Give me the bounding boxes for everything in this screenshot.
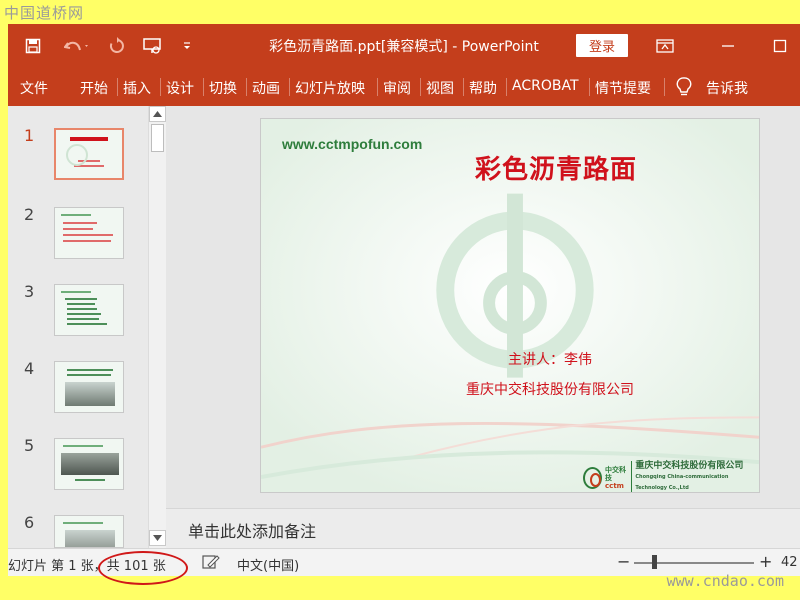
tab-help[interactable]: 帮助 (469, 78, 497, 98)
tab-acrobat[interactable]: ACROBAT (512, 78, 579, 94)
company-logo-icon (583, 466, 603, 489)
powerpoint-window: 彩色沥青路面.ppt[兼容模式] - PowerPoint 登录 文件 开始 插… (8, 24, 800, 576)
thumbnail-number: 6 (24, 513, 35, 532)
logo-text-block: 中交科技 cctm (605, 466, 628, 490)
thumbnails-scrollbar[interactable] (148, 106, 166, 548)
maximize-icon[interactable] (768, 32, 792, 60)
zoom-in-button[interactable]: + (759, 552, 772, 571)
slide-thumbnail-6[interactable] (54, 515, 124, 548)
slide-footer-logo: 中交科技 cctm 重庆中交科技股份有限公司 Chongqing China-c… (583, 461, 759, 492)
notes-placeholder: 单击此处添加备注 (188, 522, 317, 541)
title-bar: 彩色沥青路面.ppt[兼容模式] - PowerPoint 登录 (8, 24, 800, 68)
tab-file[interactable]: 文件 (20, 78, 48, 98)
slide-thumbnail-1[interactable] (54, 128, 124, 180)
lightbulb-icon[interactable] (676, 77, 692, 101)
scrollbar-thumb[interactable] (151, 124, 164, 152)
tab-separator (377, 78, 378, 96)
slide-title: 彩色沥青路面 (474, 155, 637, 185)
proofing-icon[interactable] (202, 554, 220, 574)
minimize-icon[interactable] (716, 32, 740, 60)
footer-company-en: Chongqing China-communication Technology… (635, 474, 729, 491)
tab-design[interactable]: 设计 (166, 78, 194, 98)
thumbnail-number: 3 (24, 282, 35, 301)
footer-company-cn: 重庆中交科技股份有限公司 (635, 461, 744, 471)
tab-separator (420, 78, 421, 96)
slide-company: 重庆中交科技股份有限公司 (466, 382, 634, 398)
thumbnail-number: 1 (24, 126, 35, 145)
zoom-level[interactable]: 42 (781, 555, 798, 570)
login-button[interactable]: 登录 (576, 34, 628, 57)
scroll-up-icon[interactable] (149, 106, 166, 122)
zoom-slider-knob[interactable] (652, 555, 657, 569)
annotation-circle (98, 551, 188, 585)
notes-pane[interactable]: 单击此处添加备注 (166, 508, 800, 548)
slide-thumbnail-2[interactable] (54, 207, 124, 259)
watermark-bottom: www.cndao.com (666, 572, 784, 590)
tab-separator (246, 78, 247, 96)
current-slide[interactable]: www.cctmpofun.com 彩色沥青路面 主讲人：李伟 重庆中交科技股份… (260, 118, 760, 493)
watermark-top: 中国道桥网 (4, 4, 85, 22)
tab-separator (463, 78, 464, 96)
slide-editor: www.cctmpofun.com 彩色沥青路面 主讲人：李伟 重庆中交科技股份… (166, 106, 800, 508)
tab-view[interactable]: 视图 (426, 78, 454, 98)
scroll-down-icon[interactable] (149, 530, 166, 546)
logo-text-top: 中交科技 (605, 465, 627, 482)
tab-separator (160, 78, 161, 96)
ribbon-tabs: 文件 开始 插入 设计 切换 动画 幻灯片放映 审阅 视图 帮助 ACROBAT… (8, 68, 800, 106)
thumbnail-number: 2 (24, 205, 35, 224)
tab-transitions[interactable]: 切换 (209, 78, 237, 98)
tab-separator (506, 78, 507, 96)
language-indicator[interactable]: 中文(中国) (237, 555, 299, 574)
tab-insert[interactable]: 插入 (123, 78, 151, 98)
tab-separator (117, 78, 118, 96)
tab-home[interactable]: 开始 (80, 78, 108, 98)
tab-animations[interactable]: 动画 (252, 78, 280, 98)
tab-storyboard[interactable]: 情节提要 (595, 78, 651, 98)
slide-thumbnails-pane: 1 2 3 4 5 6 (8, 106, 148, 548)
ribbon-display-options-icon[interactable] (653, 32, 677, 60)
tab-review[interactable]: 审阅 (383, 78, 411, 98)
tab-separator (289, 78, 290, 96)
tab-separator (589, 78, 590, 96)
slide-thumbnail-3[interactable] (54, 284, 124, 336)
slide-thumbnail-5[interactable] (54, 438, 124, 490)
tell-me-search[interactable]: 告诉我 (706, 78, 748, 98)
logo-text-bottom: cctm (605, 481, 624, 490)
footer-company-name: 重庆中交科技股份有限公司 Chongqing China-communicati… (631, 461, 759, 492)
tab-slideshow[interactable]: 幻灯片放映 (295, 78, 365, 98)
slide-presenter: 主讲人：李伟 (508, 352, 592, 368)
thumbnail-number: 4 (24, 359, 35, 378)
tab-separator (664, 78, 665, 96)
zoom-out-button[interactable]: − (617, 552, 630, 571)
document-title: 彩色沥青路面.ppt[兼容模式] - PowerPoint (269, 39, 539, 55)
tab-separator (203, 78, 204, 96)
slide-thumbnail-4[interactable] (54, 361, 124, 413)
thumbnail-number: 5 (24, 436, 35, 455)
